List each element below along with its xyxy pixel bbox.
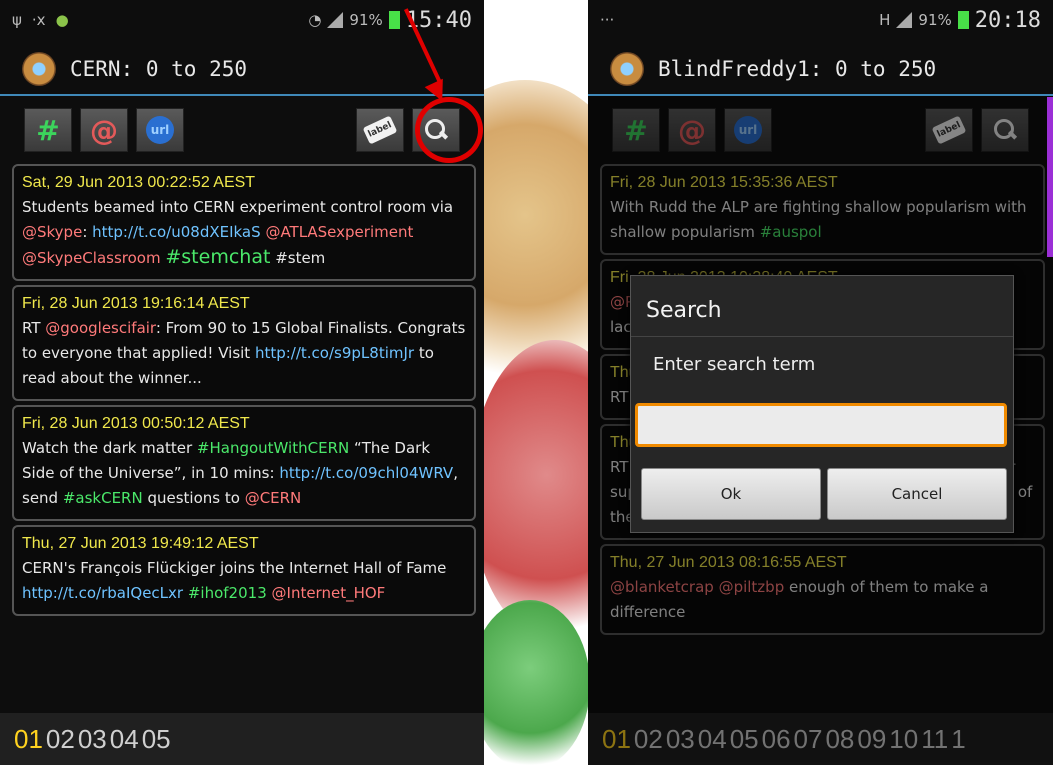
tweet-date: Fri, 28 Jun 2013 19:16:14 AEST [22,295,250,312]
phone-screen-right: ··· H 91% 20:18 BlindFreddy1: 0 to 250 #… [588,0,1053,765]
page-selector: 01 02 03 04 05 [0,713,484,765]
signal-dots-icon: ··· [600,11,615,29]
tweet-card[interactable]: Fri, 28 Jun 2013 00:50:12 AEST Watch the … [12,405,476,521]
tweet-card[interactable]: Fri, 28 Jun 2013 19:16:14 AEST RT @google… [12,285,476,401]
label-button[interactable]: label [356,108,404,152]
status-clock: 20:18 [974,7,1041,33]
hashtag-link[interactable]: #askCERN [63,489,143,507]
mention-link[interactable]: @Skype [22,223,82,241]
usb-icon: ψ [12,11,22,29]
tweet-date: Fri, 28 Jun 2013 00:50:12 AEST [22,415,250,432]
signal-icon [327,12,344,28]
tweet-date: Sat, 29 Jun 2013 00:22:52 AEST [22,174,256,191]
tweet-text-segment: Students beamed into CERN experiment con… [22,198,454,216]
signal-icon [896,12,913,28]
hashtag-link[interactable]: #stemchat [165,246,270,268]
green-egg-image [470,600,590,765]
battery-icon [388,11,400,29]
dialog-divider [631,336,1013,337]
mention-link[interactable]: @Internet_HOF [272,584,386,602]
tweet-date: Thu, 27 Jun 2013 19:49:12 AEST [22,535,259,552]
toolbar: # @ url label [24,108,460,154]
label-icon: label [362,115,398,145]
tweet-card[interactable]: Thu, 27 Jun 2013 19:49:12 AEST CERN's Fra… [12,525,476,616]
mention-button[interactable]: @ [80,108,128,152]
tweet-text-segment: : [82,223,93,241]
battery-percent: 91% [349,11,383,29]
dialog-title: Search [646,298,722,323]
page-number[interactable]: 05 [142,724,171,755]
mention-link[interactable]: @ATLASexperiment [265,223,413,241]
tweet-card[interactable]: Sat, 29 Jun 2013 00:22:52 AEST Students b… [12,164,476,281]
app-icon [610,52,644,86]
android-icon: ● [55,11,69,29]
page-number[interactable]: 03 [78,724,107,755]
app-title-bar: BlindFreddy1: 0 to 250 [588,44,1053,96]
hashtag-link[interactable]: #HangoutWithCERN [197,439,349,457]
tweet-text-segment: #stem [270,249,326,267]
page-title: CERN: 0 to 250 [70,57,248,81]
tweet-text-segment: CERN's François Flückiger joins the Inte… [22,559,447,577]
page-title: BlindFreddy1: 0 to 250 [658,57,937,81]
hashtag-link[interactable]: #ihof2013 [188,584,267,602]
phone-screen-left: ψ ·x ● ◔ 91% 15:40 CERN: 0 to 250 # @ ur… [0,0,484,765]
search-input[interactable] [635,403,1007,447]
app-title-bar: CERN: 0 to 250 [0,44,484,96]
status-bar: ··· H 91% 20:18 [588,0,1053,40]
cancel-button[interactable]: Cancel [827,468,1007,520]
url-link[interactable]: http://t.co/u08dXEIkaS [92,223,261,241]
dialog-message: Enter search term [653,354,816,375]
signal-x-icon: ·x [31,11,46,29]
tweet-feed[interactable]: Sat, 29 Jun 2013 00:22:52 AEST Students b… [12,164,476,620]
page-number[interactable]: 04 [110,724,139,755]
ok-button[interactable]: Ok [641,468,821,520]
search-dialog: Search Enter search term Ok Cancel [630,275,1014,533]
mention-link[interactable]: @googlescifair [45,319,156,337]
mention-link[interactable]: @SkypeClassroom [22,249,161,267]
url-link[interactable]: http://t.co/s9pL8timJr [255,344,414,362]
scroll-indicator [1047,97,1053,257]
tweet-text: CERN's François Flückiger joins the Inte… [22,556,466,606]
annotation-circle [415,97,483,163]
page-number[interactable]: 01 [14,724,43,755]
hashtag-button[interactable]: # [24,108,72,152]
url-button[interactable]: url [136,108,184,152]
url-link[interactable]: http://t.co/rbaIQecLxr [22,584,183,602]
tweet-text-segment: questions to [142,489,245,507]
tweet-text: Watch the dark matter #HangoutWithCERN “… [22,436,466,511]
tweet-text-segment: Watch the dark matter [22,439,197,457]
wifi-icon: ◔ [308,11,322,29]
url-icon: url [146,116,174,144]
battery-icon [957,11,969,29]
app-icon [22,52,56,86]
page-number[interactable]: 02 [46,724,75,755]
tweet-text: RT @googlescifair: From 90 to 15 Global … [22,316,466,391]
url-link[interactable]: http://t.co/09chl04WRV [279,464,453,482]
hspa-icon: H [879,11,891,29]
mention-link[interactable]: @CERN [245,489,302,507]
tweet-text-segment: RT [22,319,46,337]
battery-percent: 91% [918,11,952,29]
tweet-text: Students beamed into CERN experiment con… [22,195,466,271]
